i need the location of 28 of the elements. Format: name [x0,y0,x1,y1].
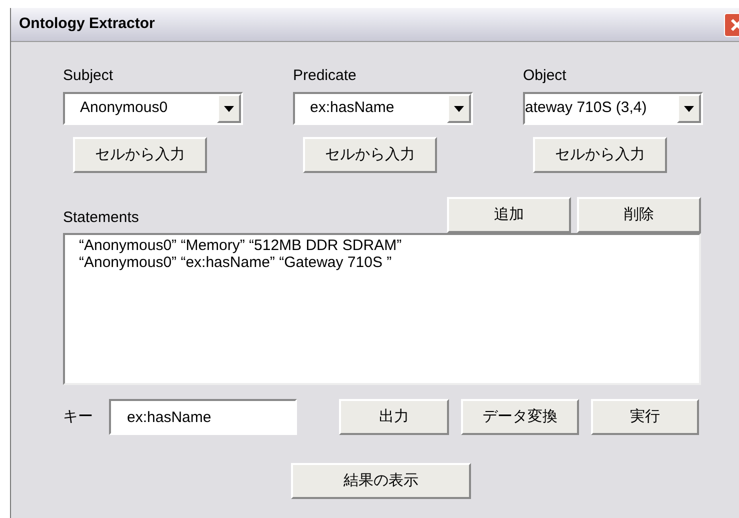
dropdown[interactable]: ex:hasName [293,92,473,125]
input-from-cell-button[interactable]: セルから入力 [73,137,207,173]
dropdown[interactable]: ateway 710S (3,4) [523,92,703,125]
action-button[interactable]: データ変換 [461,399,579,435]
action-button[interactable]: 出力 [339,399,449,435]
field-label: Object [523,66,568,86]
key-input-field[interactable]: ex:hasName [109,399,297,435]
caret-icon [684,106,694,112]
window-title: Ontology Extractor [19,14,155,34]
list-item[interactable]: “Anonymous0” “Memory” “512MB DDR SDRAM” [79,237,699,254]
dropdown-arrow-button[interactable] [447,94,471,123]
caret-icon [224,106,234,112]
dropdown-arrow-button[interactable] [217,94,241,123]
input-from-cell-button[interactable]: セルから入力 [303,137,437,173]
statements-list[interactable]: “Anonymous0” “Memory” “512MB DDR SDRAM” “Anonymous0” “ex:hasName” “Gateway 710S ” [63,233,701,385]
field-label: Predicate [293,66,358,86]
dropdown-arrow-button[interactable] [677,94,701,123]
action-button[interactable]: 実行 [591,399,699,435]
caret-icon [454,106,464,112]
field-label: Subject [63,66,114,86]
field-label: キー [63,406,94,427]
section-label: Statements [63,208,140,228]
input-from-cell-button[interactable]: セルから入力 [533,137,667,173]
delete-button[interactable]: 削除 [577,197,701,233]
add-button[interactable]: 追加 [447,197,571,233]
show-results-button[interactable]: 結果の表示 [291,463,471,499]
dropdown[interactable]: Anonymous0 [63,92,243,125]
list-item[interactable]: “Anonymous0” “ex:hasName” “Gateway 710S ” [79,254,699,271]
